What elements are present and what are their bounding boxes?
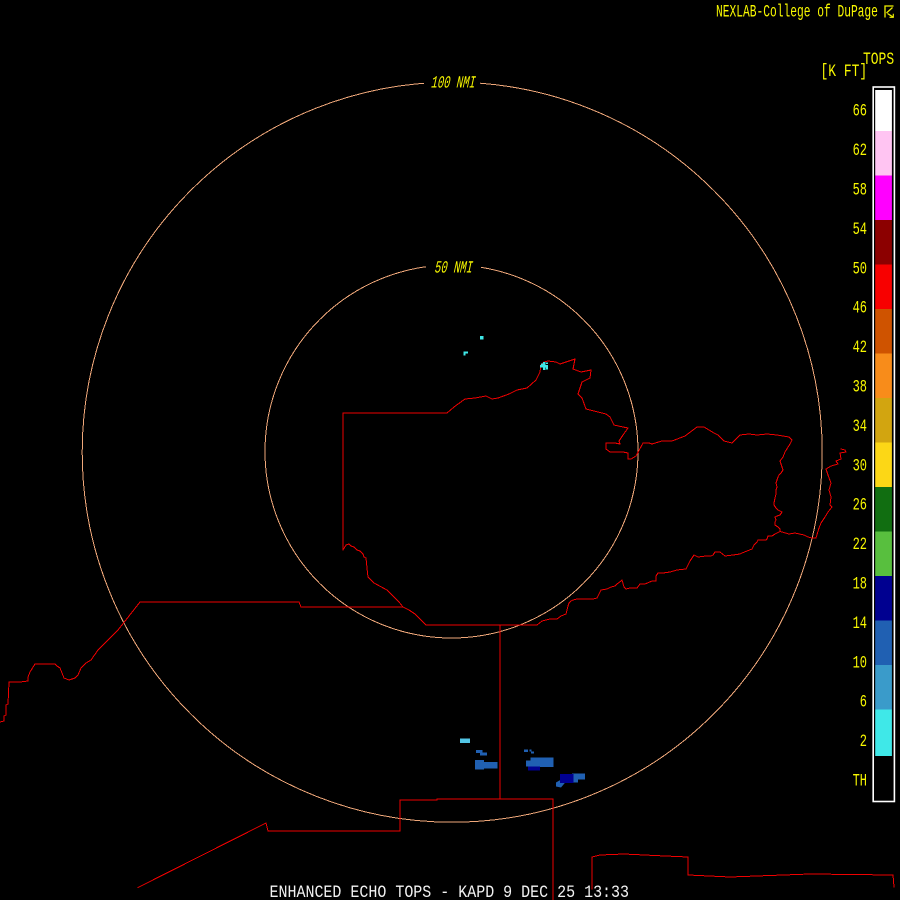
svg-text:14: 14 <box>853 613 867 634</box>
svg-text:18: 18 <box>853 573 867 594</box>
svg-text:50 NMI: 50 NMI <box>433 259 475 278</box>
svg-text:42: 42 <box>853 337 867 358</box>
svg-text:22: 22 <box>853 534 867 555</box>
svg-text:54: 54 <box>853 219 867 240</box>
svg-text:100 NMI: 100 NMI <box>429 74 477 93</box>
svg-text:NEXLAB-College of DuPage: NEXLAB-College of DuPage <box>716 2 878 22</box>
svg-text:[K FT]: [K FT] <box>821 61 868 82</box>
svg-text:26: 26 <box>853 494 867 515</box>
svg-text:34: 34 <box>853 416 867 437</box>
svg-text:66: 66 <box>853 100 867 121</box>
svg-text:50: 50 <box>853 258 867 279</box>
svg-text:TOPS: TOPS <box>863 49 894 70</box>
svg-text:TH: TH <box>853 770 867 791</box>
svg-text:46: 46 <box>853 297 867 318</box>
svg-text:2: 2 <box>860 731 867 752</box>
svg-text:6: 6 <box>860 691 867 712</box>
svg-text:30: 30 <box>853 455 867 476</box>
svg-text:38: 38 <box>853 376 867 397</box>
svg-text:ENHANCED ECHO TOPS - KAPD 9 DE: ENHANCED ECHO TOPS - KAPD 9 DEC 25 13:33 <box>270 882 630 900</box>
svg-text:58: 58 <box>853 179 867 200</box>
svg-text:62: 62 <box>853 140 867 161</box>
svg-text:10: 10 <box>853 652 867 673</box>
